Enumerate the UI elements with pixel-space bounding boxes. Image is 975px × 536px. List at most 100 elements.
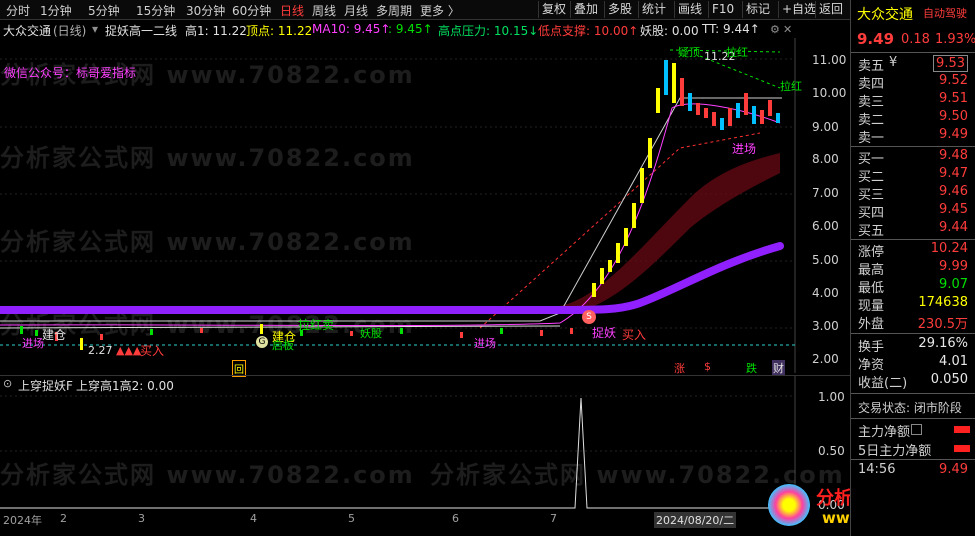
settings-icon[interactable]: ⚙ bbox=[770, 23, 780, 36]
stat-row: 外盘 230.5万 bbox=[851, 313, 975, 332]
bid-row[interactable]: 买三 9.46 bbox=[851, 184, 975, 203]
yaogu-tag: 妖股 bbox=[360, 327, 382, 340]
period-15min[interactable]: 15分钟 bbox=[136, 2, 175, 19]
stat-label: 外盘 bbox=[858, 317, 885, 332]
close-icon[interactable]: ✕ bbox=[783, 23, 792, 36]
price-tick: 3.00 bbox=[812, 319, 839, 333]
ask-price: 9.51 bbox=[939, 91, 968, 106]
concept-tag[interactable]: 自动驾驶 bbox=[923, 5, 967, 21]
stat-label: 最高 bbox=[858, 263, 885, 278]
bid-row[interactable]: 买四 9.45 bbox=[851, 202, 975, 221]
stat-row: 净资 4.01 bbox=[851, 354, 975, 373]
f10-button[interactable]: F10 bbox=[708, 1, 737, 18]
ask-row[interactable]: 卖四 9.52 bbox=[851, 73, 975, 92]
flow-row[interactable]: 主力净额 bbox=[851, 421, 975, 440]
dropdown-icon[interactable]: ▾ bbox=[92, 22, 98, 36]
die-marker[interactable]: 跌 bbox=[746, 360, 757, 376]
tt-value: TT: 9.44↑ bbox=[702, 22, 760, 36]
biaoji-button[interactable]: 标记 bbox=[742, 1, 773, 18]
bid-row[interactable]: 买一 9.48 bbox=[851, 148, 975, 167]
ma10-value: MA10: 9.45↑ bbox=[312, 22, 391, 36]
duogu-button[interactable]: 多股 bbox=[604, 1, 635, 18]
bid-label: 买五 bbox=[858, 224, 885, 239]
flow-bar bbox=[954, 426, 970, 433]
flow-label: 主力净额 bbox=[858, 425, 911, 440]
badge-icon[interactable]: G bbox=[256, 336, 268, 348]
period-5min[interactable]: 5分钟 bbox=[88, 2, 120, 19]
bid-row[interactable]: 买五 9.44 bbox=[851, 220, 975, 239]
bid-price: 9.46 bbox=[939, 184, 968, 199]
qibang-label: 启板 bbox=[272, 339, 294, 352]
ask-row[interactable]: 卖二 9.50 bbox=[851, 109, 975, 128]
flow-toggle-icon[interactable] bbox=[911, 424, 922, 435]
period-daily[interactable]: 日线 bbox=[280, 2, 304, 19]
period-label: (日线) bbox=[53, 24, 87, 38]
sub-tick: 0.50 bbox=[818, 444, 845, 458]
kline-chart[interactable]: 11.00 10.00 9.00 8.00 7.00 6.00 5.00 4.0… bbox=[0, 38, 850, 377]
diejia-button[interactable]: 叠加 bbox=[570, 1, 601, 18]
period-60min[interactable]: 60分钟 bbox=[232, 2, 271, 19]
jinchang-label-2: 进场 bbox=[732, 142, 757, 156]
quote-stock-name[interactable]: 大众交通 bbox=[857, 4, 913, 24]
stat-label: 换手 bbox=[858, 340, 885, 355]
period-1min[interactable]: 1分钟 bbox=[40, 2, 72, 19]
jinchang-label: 进场 bbox=[22, 337, 44, 350]
ask-label: 卖五 bbox=[858, 59, 885, 74]
cursor-date: 2024/08/20/二 bbox=[654, 512, 737, 528]
stat-value: 9.99 bbox=[939, 259, 968, 274]
gaodian-value: 高点压力: 10.15↓ bbox=[438, 24, 539, 38]
stat-label: 现量 bbox=[858, 299, 885, 314]
ask-label: 卖二 bbox=[858, 113, 885, 128]
time-label: 4 bbox=[250, 512, 257, 525]
stat-label: 收益(二) bbox=[858, 376, 908, 391]
tongji-button[interactable]: 统计 bbox=[638, 1, 669, 18]
badge-icon[interactable]: S bbox=[582, 310, 596, 324]
quote-price: 9.49 bbox=[857, 30, 895, 48]
dollar-icon[interactable]: $ bbox=[704, 360, 711, 373]
period-more[interactable]: 更多 〉 bbox=[420, 2, 460, 19]
gao1-value: 高1: 11.22 bbox=[185, 24, 247, 38]
period-toolbar: 分时 1分钟 5分钟 15分钟 30分钟 60分钟 日线 周线 月线 多周期 更… bbox=[0, 0, 975, 20]
bid-price: 9.44 bbox=[939, 220, 968, 235]
bid-label: 买四 bbox=[858, 206, 885, 221]
price-tick: 11.00 bbox=[812, 53, 847, 67]
sub-indicator-chart[interactable]: ⊙ 上穿捉妖F 上穿高1高2: 0.00 1.00 0.50 0.00 bbox=[0, 375, 850, 512]
ask-row[interactable]: 卖五 ¥9.53 bbox=[851, 55, 975, 74]
time-label: 6 bbox=[452, 512, 459, 525]
price-tick: 5.00 bbox=[812, 253, 839, 267]
stat-value: 9.07 bbox=[939, 277, 968, 292]
ask-label: 卖四 bbox=[858, 77, 885, 92]
price-tick: 4.00 bbox=[812, 286, 839, 300]
buy-arrows-icon: ▲▲▲ bbox=[116, 344, 142, 357]
back-button[interactable]: 返回 bbox=[815, 1, 846, 18]
ask-row[interactable]: 卖三 9.51 bbox=[851, 91, 975, 110]
period-multi[interactable]: 多周期 bbox=[376, 2, 412, 19]
period-weekly[interactable]: 周线 bbox=[312, 2, 336, 19]
stat-row: 最低 9.07 bbox=[851, 277, 975, 296]
tick-price: 9.49 bbox=[939, 462, 968, 477]
indicator-name[interactable]: 捉妖高一二线 bbox=[105, 22, 177, 39]
flow-row[interactable]: 5日主力净额 bbox=[851, 440, 975, 459]
caiwu-marker[interactable]: 财 bbox=[772, 360, 785, 376]
stat-row: 现量 174638 bbox=[851, 295, 975, 314]
fuquan-button[interactable]: 复权 bbox=[538, 1, 569, 18]
jinchang-label-3: 进场 bbox=[474, 337, 496, 350]
huaxian-button[interactable]: 画线 bbox=[674, 1, 705, 18]
support-dashed-line bbox=[479, 132, 761, 329]
bid-row[interactable]: 买二 9.47 bbox=[851, 166, 975, 185]
period-30min[interactable]: 30分钟 bbox=[186, 2, 225, 19]
ask-price: 9.49 bbox=[939, 127, 968, 142]
stat-label: 涨停 bbox=[858, 245, 885, 260]
top-label: 疑顶 bbox=[678, 46, 700, 59]
period-fenshi[interactable]: 分时 bbox=[6, 2, 30, 19]
jiancang-label: 建仓 bbox=[42, 328, 67, 342]
flow-label: 5日主力净额 bbox=[858, 444, 932, 459]
lahong-label-2: 拉红 bbox=[780, 80, 802, 93]
ask-row[interactable]: 卖一 9.49 bbox=[851, 127, 975, 146]
price-tick: 10.00 bbox=[812, 86, 847, 100]
bid-price: 9.47 bbox=[939, 166, 968, 181]
add-watchlist-button[interactable]: +自选 bbox=[778, 1, 819, 18]
zhang-marker[interactable]: 涨 bbox=[674, 360, 685, 376]
period-monthly[interactable]: 月线 bbox=[344, 2, 368, 19]
price-tick: 6.00 bbox=[812, 219, 839, 233]
